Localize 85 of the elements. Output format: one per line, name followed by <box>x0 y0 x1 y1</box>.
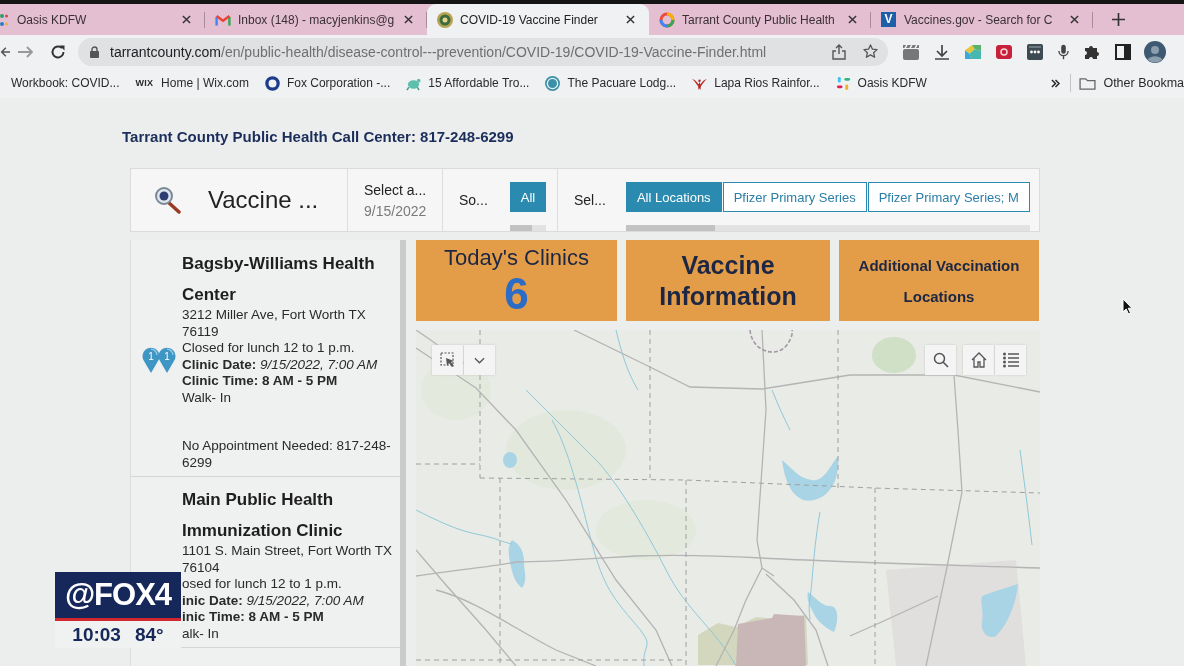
circle-logo-icon <box>545 75 561 91</box>
ring-icon <box>659 11 675 28</box>
download-icon[interactable] <box>934 43 950 60</box>
horizontal-scrollbar[interactable] <box>625 225 1030 231</box>
call-center-heading: Tarrant County Public Health Call Center: 817-248-6299 <box>122 128 515 146</box>
microphone-icon[interactable] <box>1058 43 1069 60</box>
bookmark[interactable]: Oasis KDFW <box>835 75 927 91</box>
chevrons-icon[interactable] <box>1051 78 1061 88</box>
clinic-detail: Clinic Date: 9/15/2022, 7:00 AM <box>182 356 379 373</box>
search-icon <box>932 352 949 368</box>
close-icon[interactable] <box>1070 15 1079 24</box>
temperature: 84° <box>134 623 164 646</box>
bookmark[interactable]: Workbook: COVID... <box>11 76 120 90</box>
bookmark[interactable]: Fox Corporation -... <box>264 75 391 91</box>
record-icon[interactable] <box>996 43 1012 60</box>
ring-logo-icon <box>264 75 280 91</box>
site-logo: V <box>881 12 896 27</box>
sort-option[interactable]: All <box>509 182 547 212</box>
clinic-detail: Closed for lunch 12 to 1 p.m. <box>182 340 356 357</box>
select-tool-button[interactable] <box>432 345 463 375</box>
mouse-pointer-icon <box>1122 298 1133 315</box>
search-button[interactable] <box>925 345 956 375</box>
clinic-detail: 3212 Miller Ave, Fort Worth TX 76119 <box>182 307 367 340</box>
clinic-detail: No Appointment Needed: 817-248-6299 <box>182 438 392 471</box>
browser-tab[interactable]: Inbox (148) - macyjenkins@g <box>205 4 427 35</box>
sort-label: So... <box>459 192 488 208</box>
selection-icon <box>439 352 456 368</box>
close-icon[interactable] <box>182 15 191 24</box>
star-icon[interactable] <box>863 44 878 59</box>
bookmark[interactable]: The Pacuare Lodg... <box>545 75 677 91</box>
close-icon[interactable] <box>404 15 413 24</box>
dots-tile-icon[interactable] <box>1027 43 1043 60</box>
clinic-detail: osed for lunch 12 to 1 p.m. <box>182 576 343 593</box>
date-select[interactable]: Select a... 9/15/2022 <box>347 169 442 231</box>
location-option[interactable]: Pfizer Primary Series <box>722 182 867 212</box>
dot-grid-icon <box>0 11 8 28</box>
dot-grid-icon <box>835 75 851 91</box>
close-icon[interactable] <box>848 15 857 24</box>
horizontal-scrollbar[interactable] <box>509 225 547 231</box>
panel-title: Vaccine ... <box>208 186 319 214</box>
browser-tab[interactable]: Tarrant County Public Health <box>649 4 871 35</box>
sidebar-icon[interactable] <box>1115 43 1131 60</box>
location-option[interactable]: All Locations <box>625 182 722 212</box>
clapperboard-icon[interactable] <box>903 43 919 60</box>
bookmark[interactable]: Lapa Rios Rainfor... <box>692 75 820 91</box>
browser-tab[interactable]: Oasis KDFW <box>0 4 205 35</box>
magnifier-icon <box>154 186 182 214</box>
home-icon <box>970 352 987 368</box>
close-icon[interactable] <box>626 15 635 24</box>
seal-icon <box>437 11 453 28</box>
browser-tab[interactable]: COVID-19 Vaccine Finder <box>427 4 649 35</box>
locations-tile[interactable]: Additional Vaccination Locations <box>839 240 1039 321</box>
avatar-icon[interactable] <box>1144 40 1166 63</box>
clinic-detail: Clinic Time: 8 AM - 5 PM <box>182 373 339 390</box>
location-label: Sel... <box>574 192 606 208</box>
broadcast-time: 10:03 <box>72 623 121 646</box>
back-icon[interactable] <box>0 44 10 59</box>
new-tab-icon[interactable] <box>1112 13 1125 26</box>
clinic-count-tile[interactable]: Today's Clinics 6 <box>416 240 617 321</box>
station-logo: @FOX4 <box>55 572 181 621</box>
reload-icon[interactable] <box>50 43 66 60</box>
site-logo: WIX <box>135 78 154 88</box>
map-marker: 1 <box>142 346 160 373</box>
clinic-detail: Walk- In <box>182 389 232 406</box>
address-bar[interactable]: tarrantcounty.com/en/public-health/disease-control---prevention/COVID-19/COVID-19-Vaccine-Finder.html <box>78 37 888 66</box>
lock-icon <box>90 45 99 58</box>
share-icon[interactable] <box>832 43 846 60</box>
map-marker: 1 <box>158 346 176 373</box>
clinic-name: Bagsby-Williams Health Center <box>182 253 376 306</box>
browser-tab[interactable]: V Vaccines.gov - Search for C <box>871 4 1093 35</box>
location-option[interactable]: Pfizer Primary Series; M <box>867 182 1030 212</box>
bookmark[interactable]: 15 Affordable Tro... <box>406 75 530 91</box>
clinic-name: Main Public Health Immunization Clinic <box>182 489 344 542</box>
bookmark[interactable]: WIX Home | Wix.com <box>135 76 249 90</box>
layer-list-button[interactable] <box>995 345 1026 375</box>
list-icon <box>1002 352 1019 368</box>
chevron-down-icon <box>474 356 485 364</box>
folder-icon <box>1079 76 1097 90</box>
clinic-detail: inic Time: 8 AM - 5 PM <box>182 609 325 626</box>
home-button[interactable] <box>963 345 994 375</box>
vaccine-info-tile[interactable]: Vaccine Information <box>626 240 830 321</box>
clinic-detail: inic Date: 9/15/2022, 7:00 AM <box>182 592 365 609</box>
bookmark-folder[interactable]: Other Bookma <box>1079 76 1184 90</box>
clinic-detail: alk- In <box>182 625 220 642</box>
puzzle-icon[interactable] <box>1084 43 1100 60</box>
